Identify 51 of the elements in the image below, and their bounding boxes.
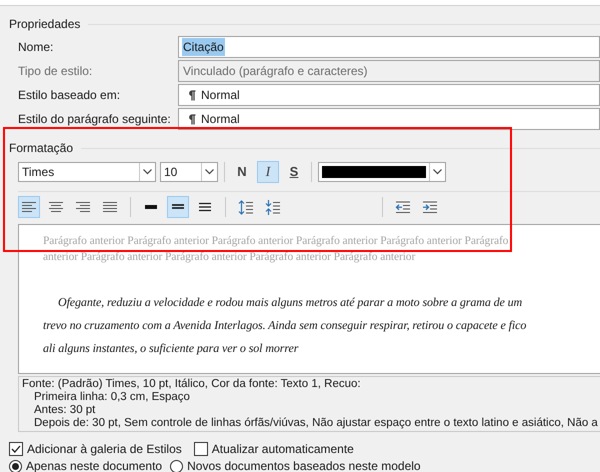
field-label: Nome: xyxy=(18,39,54,56)
text-field[interactable]: Citação xyxy=(178,36,600,58)
style-dropdown[interactable]: Normal xyxy=(178,84,600,106)
checkbox[interactable] xyxy=(9,442,23,456)
caret-icon xyxy=(143,169,152,175)
field-value: Normal xyxy=(200,111,241,128)
sample-text: trevo no cruzamento com a Avenida Interlagos. Ainda sem conseguir respirar, retirou o capacete e fico xyxy=(43,317,528,334)
field-value: Normal xyxy=(200,87,241,104)
increase-indent-icon xyxy=(422,200,438,214)
checkbox-label: Adicionar à galeria de Estilos xyxy=(27,441,182,458)
description-text: Antes: 30 pt xyxy=(33,404,96,417)
description-text: Depois de: 30 pt, Sem controle de linhas órfãs/viúvas, Não ajustar espaço entre o texto latino e asiático, Não a xyxy=(33,417,599,430)
decrease-indent-icon xyxy=(395,200,411,214)
decrease-spacing-icon xyxy=(265,200,281,214)
radio-button[interactable] xyxy=(9,460,22,472)
section-title: Propriedades xyxy=(9,16,80,33)
style-dropdown[interactable]: Normal xyxy=(178,108,600,130)
line-spacing-icon xyxy=(197,200,213,214)
sample-text: Ofegante, reduziu a velocidade e rodou mais alguns metros até parar a moto sobre a grama de um xyxy=(57,294,524,311)
description-text: Primeira linha: 0,3 cm, Espaço xyxy=(33,391,191,404)
underline-button[interactable]: S xyxy=(283,161,305,183)
size-dropdown[interactable]: 10 xyxy=(160,162,218,182)
checkbox-label: Atualizar automaticamente xyxy=(212,441,354,458)
checkbox[interactable] xyxy=(194,442,208,456)
align-justify-icon xyxy=(102,200,118,214)
radio-button[interactable] xyxy=(170,460,184,472)
italic-button[interactable]: I xyxy=(257,161,279,183)
field-label: Tipo de estilo: xyxy=(18,63,94,80)
sample-text: ali alguns instantes, o suficiente para ver o sol morrer xyxy=(43,340,300,357)
field-label: Estilo baseado em: xyxy=(18,87,122,104)
align-left-button[interactable] xyxy=(18,196,40,218)
align-right-icon xyxy=(75,200,91,214)
align-center-icon xyxy=(48,200,64,214)
line-spacing-button[interactable] xyxy=(167,196,189,218)
description-text: Fonte: (Padrão) Times, 10 pt, Itálico, Cor da fonte: Texto 1, Recuo: xyxy=(22,378,362,391)
paragraph-icon xyxy=(188,90,196,100)
increase-spacing-icon xyxy=(238,200,254,214)
bold-button[interactable]: N xyxy=(231,161,253,183)
preview-text: anterior Parágrafo anterior Parágrafo anterior Parágrafo anterior Parágrafo anterior xyxy=(43,250,416,265)
paragraph-icon xyxy=(188,114,196,124)
section-title: Formatação xyxy=(9,140,74,157)
caret-icon xyxy=(205,169,214,175)
font-dropdown[interactable]: Times xyxy=(18,162,156,182)
field-value: Vinculado (parágrafo e caracteres) xyxy=(182,63,369,80)
field-label: Estilo do parágrafo seguinte: xyxy=(18,111,172,128)
caret-icon xyxy=(433,169,442,175)
radio-label: Novos documentos baseados neste modelo xyxy=(187,459,421,472)
field-value: Citação xyxy=(182,38,225,56)
color-dropdown[interactable] xyxy=(318,162,446,182)
align-left-icon xyxy=(21,200,37,214)
preview-text: Parágrafo anterior Parágrafo anterior Parágrafo anterior Parágrafo anterior Parágrafo anterior Parágrafo xyxy=(43,234,510,249)
